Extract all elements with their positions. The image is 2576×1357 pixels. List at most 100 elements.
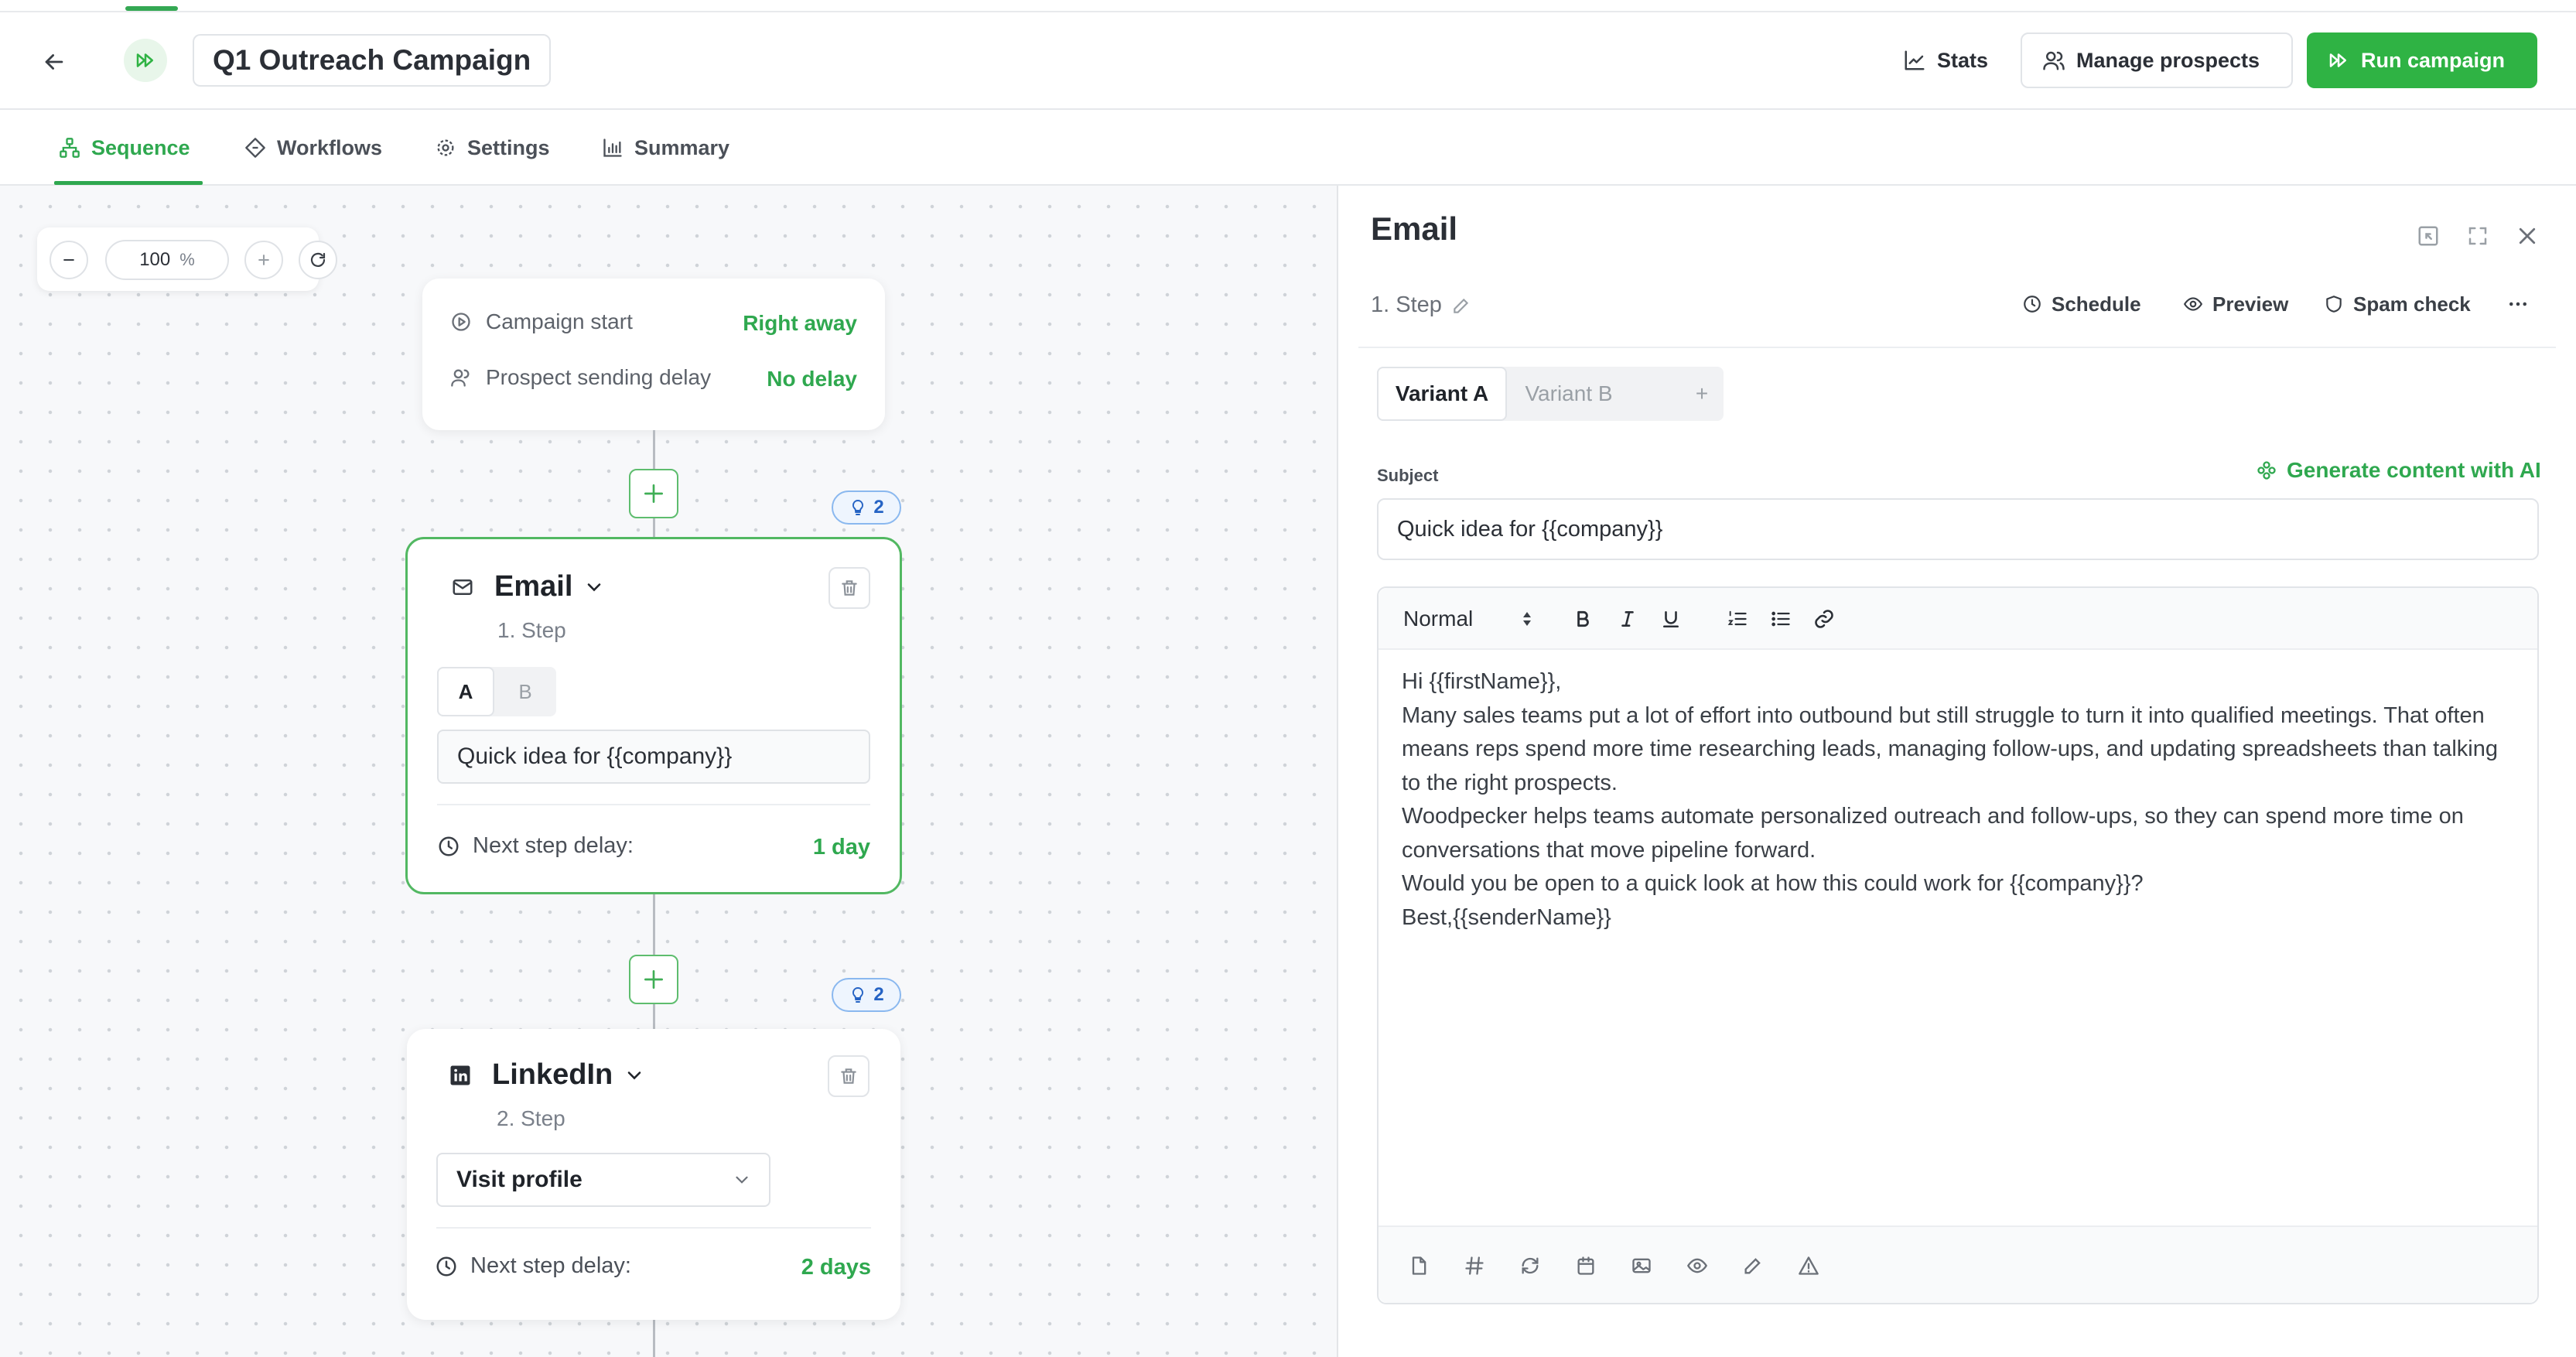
warning-button[interactable] [1792, 1249, 1826, 1283]
pencil-icon [1454, 298, 1469, 313]
refresh-icon [310, 252, 326, 267]
schedule-button[interactable]: Schedule [2022, 285, 2141, 323]
ordered-list-button[interactable] [1720, 602, 1754, 636]
sending-delay-label: Prospect sending delay [486, 365, 712, 389]
preview-button[interactable]: Preview [2183, 285, 2288, 323]
add-step-button[interactable] [629, 955, 678, 1004]
body-line: Many sales teams put a lot of effort int… [1402, 702, 2499, 795]
linkedin-step-card[interactable]: LinkedIn 2. Step Visit profile Next step… [407, 1029, 900, 1320]
zoom-in-button[interactable] [244, 241, 283, 279]
schedule-label: Schedule [2052, 292, 2141, 316]
hint-count: 2 [873, 984, 884, 1005]
campaign-start-row: Campaign start [450, 309, 633, 334]
step-title[interactable]: LinkedIn [449, 1058, 645, 1092]
zoom-unit: % [179, 250, 195, 269]
tab-workflows[interactable]: Workflows [244, 110, 382, 186]
linkedin-icon [450, 1065, 470, 1085]
zoom-value: 100 [139, 249, 171, 270]
run-campaign-label: Run campaign [2361, 48, 2506, 72]
sequence-canvas[interactable]: 100 % Campaign start Right away Prospect… [0, 186, 1337, 1357]
step-type-label: LinkedIn [492, 1058, 613, 1091]
bold-button[interactable] [1566, 602, 1600, 636]
email-body-editor[interactable]: Normal Hi {{firstName}}, Many sales team… [1377, 586, 2539, 1304]
hint-badge[interactable]: 2 [832, 978, 901, 1012]
bullet-list-button[interactable] [1764, 602, 1798, 636]
body-line: Woodpecker helps teams automate personal… [1402, 804, 2464, 863]
stats-button[interactable]: Stats [1884, 32, 2007, 88]
sort-arrows-icon [1523, 612, 1531, 626]
campaign-title[interactable]: Q1 Outreach Campaign [193, 34, 552, 87]
step-type-label: Email [494, 570, 573, 603]
tab-settings[interactable]: Settings [435, 110, 550, 186]
delete-step-button[interactable] [828, 1055, 869, 1097]
text-format-value: Normal [1403, 607, 1474, 631]
next-step-delay-value[interactable]: 1 day [813, 835, 870, 860]
zoom-out-button[interactable] [50, 241, 88, 279]
expand-panel-button[interactable] [2462, 220, 2494, 252]
email-body-text[interactable]: Hi {{firstName}}, Many sales teams put a… [1402, 665, 2516, 935]
pencil-icon [1744, 1258, 1761, 1274]
tab-summary[interactable]: Summary [602, 110, 729, 186]
subject-input[interactable]: Quick idea for {{company}} [1377, 498, 2539, 560]
spam-check-button[interactable]: Spam check [2324, 285, 2471, 323]
italic-icon [1621, 611, 1634, 627]
tab-sequence-label: Sequence [91, 135, 190, 159]
manage-prospects-button[interactable]: Manage prospects [2021, 32, 2293, 88]
spintax-button[interactable] [1513, 1249, 1547, 1283]
body-line: Best,{{senderName}} [1402, 904, 1611, 930]
step-name-editor[interactable]: 1. Step [1371, 292, 1471, 318]
tab-sequence[interactable]: Sequence [59, 110, 190, 186]
minus-icon [63, 258, 74, 261]
next-step-delay-value[interactable]: 2 days [801, 1255, 871, 1280]
add-variant-button[interactable]: + [1680, 367, 1724, 421]
italic-button[interactable] [1611, 602, 1645, 636]
campaign-start-label: Campaign start [486, 309, 633, 333]
hint-badge[interactable]: 2 [832, 491, 901, 525]
run-campaign-button[interactable]: Run campaign [2307, 32, 2537, 88]
sparkle-icon [2257, 461, 2276, 480]
variant-b-tab[interactable]: Variant B [1507, 367, 1631, 421]
step-title[interactable]: Email [451, 570, 605, 603]
linkedin-action-select[interactable]: Visit profile [436, 1153, 770, 1207]
collapse-panel-button[interactable] [2412, 220, 2444, 252]
variant-b-button[interactable]: B [494, 667, 556, 716]
sending-delay-row: Prospect sending delay [450, 365, 711, 390]
clock-icon [439, 836, 459, 856]
reset-zoom-button[interactable] [299, 241, 337, 279]
collapse-icon [2418, 226, 2438, 246]
workflows-icon [245, 138, 265, 158]
insert-variable-button[interactable] [1457, 1249, 1491, 1283]
text-format-select[interactable]: Normal [1403, 602, 1535, 636]
link-button[interactable] [1807, 602, 1841, 636]
plus-icon [258, 255, 269, 265]
more-options-button[interactable] [2506, 285, 2530, 323]
email-step-card[interactable]: Email 1. Step A B Quick idea for {{compa… [405, 537, 902, 894]
campaign-start-card[interactable]: Campaign start Right away Prospect sendi… [422, 279, 885, 430]
add-step-button[interactable] [629, 469, 678, 518]
clock-icon [436, 1256, 456, 1276]
shield-icon [2326, 296, 2342, 313]
image-icon [1632, 1258, 1651, 1273]
calendar-button[interactable] [1569, 1249, 1603, 1283]
back-button[interactable] [36, 43, 73, 80]
panel-title: Email [1371, 210, 1458, 247]
file-icon [1412, 1256, 1426, 1275]
generate-ai-button[interactable]: Generate content with AI [2256, 458, 2541, 483]
insert-image-button[interactable] [1625, 1249, 1659, 1283]
signature-button[interactable] [1736, 1249, 1770, 1283]
step-subject-preview[interactable]: Quick idea for {{company}} [437, 730, 870, 784]
variant-a-tab[interactable]: Variant A [1377, 367, 1507, 421]
variant-a-button[interactable]: A [437, 667, 494, 716]
preview-toggle-button[interactable] [1680, 1249, 1714, 1283]
users-icon [451, 369, 470, 387]
generate-ai-label: Generate content with AI [2287, 458, 2541, 482]
zoom-level[interactable]: 100 % [105, 240, 229, 280]
play-circle-icon [452, 313, 470, 331]
close-panel-button[interactable] [2511, 220, 2544, 252]
variant-toggle: A B [437, 667, 556, 716]
underline-button[interactable] [1654, 602, 1688, 636]
delete-step-button[interactable] [828, 567, 870, 609]
linkedin-action-value: Visit profile [456, 1167, 583, 1192]
underline-icon [1663, 611, 1679, 628]
template-button[interactable] [1402, 1249, 1436, 1283]
